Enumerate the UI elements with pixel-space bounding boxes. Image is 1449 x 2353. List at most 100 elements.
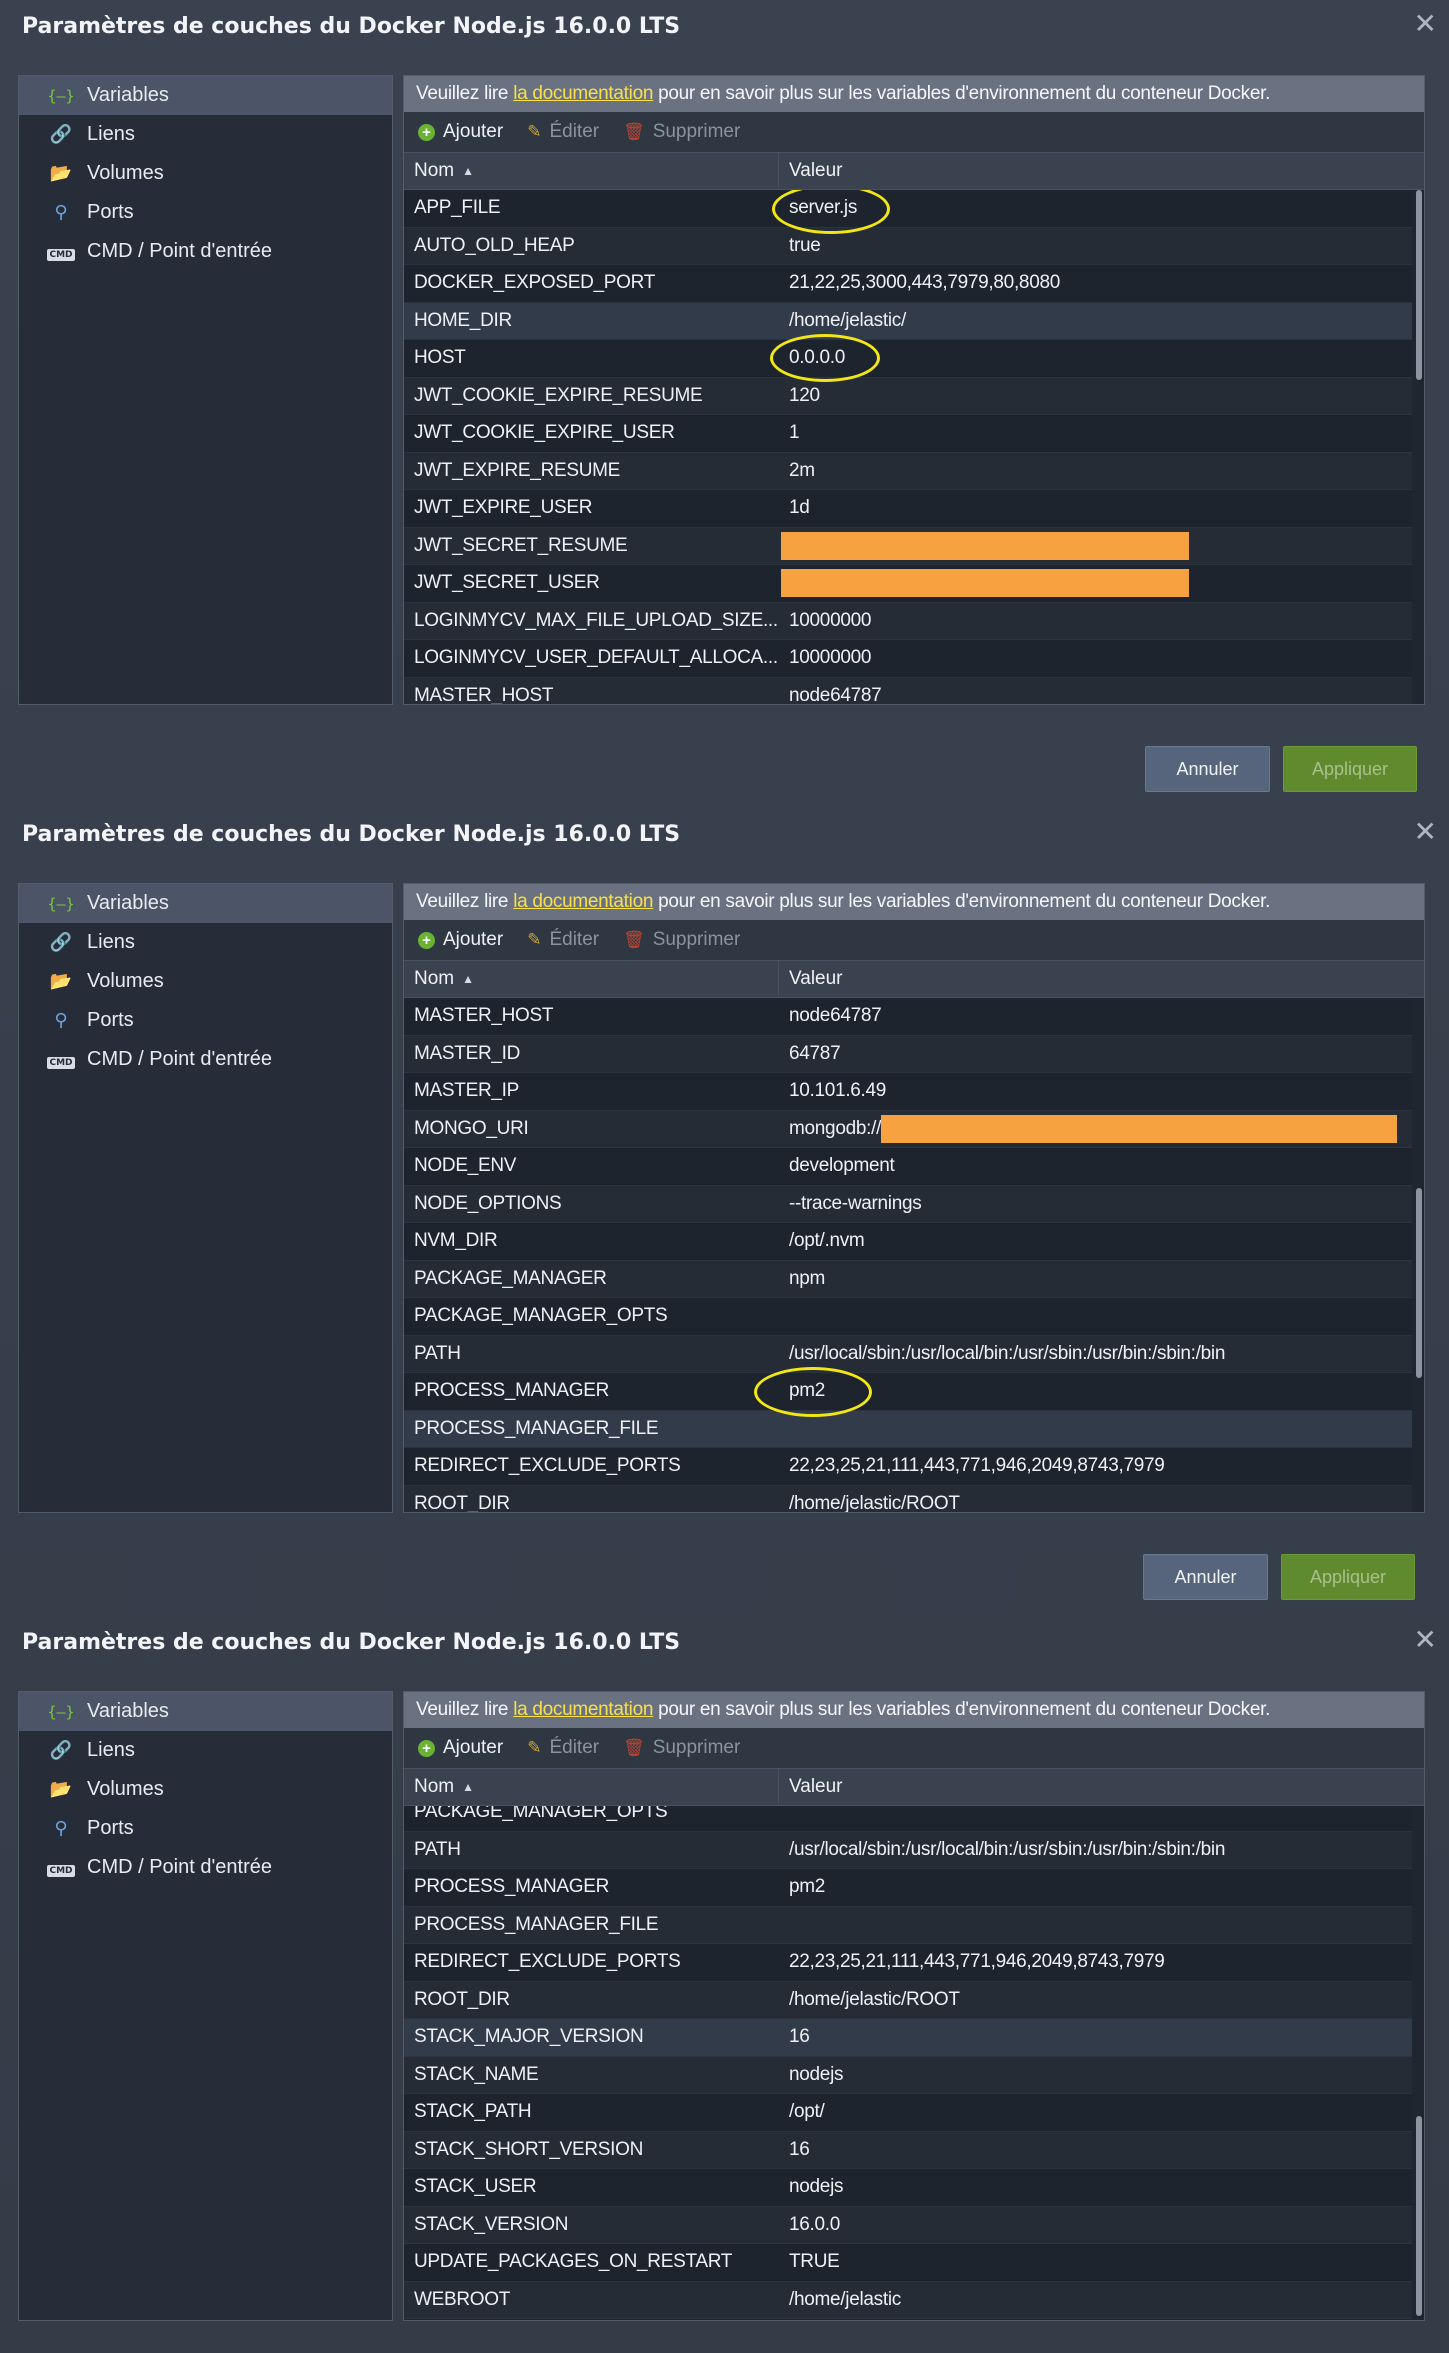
table-row[interactable]: JWT_EXPIRE_USER 1d — [404, 490, 1424, 528]
apply-button[interactable]: Appliquer — [1283, 746, 1417, 792]
table-row[interactable]: STACK_SHORT_VERSION 16 — [404, 2131, 1424, 2169]
scrollbar[interactable] — [1412, 1806, 1424, 2320]
cell-name: MONGO_URI — [414, 1117, 529, 1139]
column-header-name[interactable]: Nom ▲ — [404, 1769, 779, 1805]
table-row[interactable]: PACKAGE_MANAGER_OPTS — [404, 1298, 1424, 1336]
column-value-label: Valeur — [789, 1776, 843, 1797]
table-row[interactable]: ROOT_DIR/home/jelastic/ROOT — [404, 1485, 1424, 1512]
table-row[interactable]: WEBROOT/home/jelastic — [404, 2281, 1424, 2319]
sidebar-item-variables[interactable]: {–} Variables — [19, 1692, 392, 1731]
scrollbar[interactable] — [1412, 190, 1424, 704]
sidebar-item-links[interactable]: 🔗 Liens — [19, 1731, 392, 1770]
table-row[interactable]: LOGINMYCV_USER_DEFAULT_ALLOCA... 10000000 — [404, 640, 1424, 678]
cell-name: NVM_DIR — [414, 1230, 498, 1252]
table-row[interactable]: JWT_SECRET_USER — [404, 565, 1424, 603]
edit-button[interactable]: ✎ Éditer — [527, 929, 599, 951]
sidebar-item-ports[interactable]: ⚲ Ports — [19, 1001, 392, 1040]
table-row[interactable]: STACK_NAME nodejs — [404, 2056, 1424, 2094]
table-row[interactable]: PATH/usr/local/sbin:/usr/local/bin:/usr/… — [404, 1335, 1424, 1373]
column-header-value[interactable]: Valeur — [779, 961, 843, 997]
table-row[interactable]: PROCESS_MANAGER pm2 — [404, 1869, 1424, 1907]
sidebar-item-volumes[interactable]: 📂 Volumes — [19, 154, 392, 193]
close-icon[interactable]: ✕ — [1414, 10, 1437, 38]
table-row[interactable]: PACKAGE_MANAGER_OPTS — [404, 1806, 1424, 1832]
column-header-value[interactable]: Valeur — [779, 1769, 843, 1805]
table-row[interactable]: HOST 0.0.0.0 — [404, 340, 1424, 378]
table-body: APP_FILE server.js AUTO_OLD_HEAP true DOCK… — [404, 190, 1424, 704]
column-header-name[interactable]: Nom ▲ — [404, 153, 779, 189]
table-row[interactable]: NODE_OPTIONS --trace-warnings — [404, 1185, 1424, 1223]
variables-grid: Veuillez lire la documentation pour en s… — [403, 883, 1425, 1513]
documentation-link[interactable]: la documentation — [513, 891, 653, 913]
table-row[interactable]: MASTER_IP 10.101.6.49 — [404, 1073, 1424, 1111]
table-row[interactable]: PACKAGE_MANAGER npm — [404, 1260, 1424, 1298]
close-icon[interactable]: ✕ — [1414, 1626, 1437, 1654]
table-row[interactable]: APP_FILE server.js — [404, 190, 1424, 228]
table-row[interactable]: MASTER_HOST node64787 — [404, 677, 1424, 704]
cell-value: pm2 — [789, 1380, 826, 1402]
table-row[interactable]: STACK_PATH/opt/ — [404, 2094, 1424, 2132]
sidebar-item-links[interactable]: 🔗 Liens — [19, 923, 392, 962]
apply-button[interactable]: Appliquer — [1281, 1554, 1415, 1600]
scrollbar[interactable] — [1412, 998, 1424, 1512]
sidebar-item-ports[interactable]: ⚲ Ports — [19, 193, 392, 232]
table-row[interactable]: NVM_DIR/opt/.nvm — [404, 1223, 1424, 1261]
sidebar-item-volumes[interactable]: 📂 Volumes — [19, 962, 392, 1001]
edit-button[interactable]: ✎ Éditer — [527, 1737, 599, 1759]
table-row[interactable]: JWT_COOKIE_EXPIRE_USER 1 — [404, 415, 1424, 453]
sidebar-item-cmd[interactable]: CMD CMD / Point d'entrée — [19, 232, 392, 271]
scrollbar-thumb[interactable] — [1416, 1188, 1422, 1378]
table-row[interactable]: AUTO_OLD_HEAP true — [404, 227, 1424, 265]
documentation-link[interactable]: la documentation — [513, 83, 653, 105]
table-row[interactable]: NODE_ENV development — [404, 1148, 1424, 1186]
table-row[interactable]: STACK_USER nodejs — [404, 2169, 1424, 2207]
scrollbar-thumb[interactable] — [1416, 2116, 1422, 2316]
cell-value: /home/jelastic/ — [789, 309, 906, 331]
link-icon: 🔗 — [49, 932, 73, 952]
table-row[interactable]: PROCESS_MANAGER pm2 — [404, 1373, 1424, 1411]
table-row[interactable]: JWT_COOKIE_EXPIRE_RESUME 120 — [404, 377, 1424, 415]
sidebar-item-links[interactable]: 🔗 Liens — [19, 115, 392, 154]
scrollbar-thumb[interactable] — [1416, 190, 1422, 380]
table-row[interactable]: DOCKER_EXPOSED_PORT 21,22,25,3000,443,797… — [404, 265, 1424, 303]
table-row[interactable]: MASTER_ID 64787 — [404, 1035, 1424, 1073]
table-row[interactable]: PROCESS_MANAGER_FILE — [404, 1906, 1424, 1944]
edit-button[interactable]: ✎ Éditer — [527, 121, 599, 143]
table-row[interactable]: ROOT_DIR/home/jelastic/ROOT — [404, 1981, 1424, 2019]
add-button[interactable]: + Ajouter — [418, 121, 503, 143]
sidebar-item-ports[interactable]: ⚲ Ports — [19, 1809, 392, 1848]
cell-value: 10000000 — [789, 647, 872, 669]
delete-button[interactable]: 🗑 Supprimer — [623, 1737, 740, 1759]
table-row[interactable]: HOME_DIR/home/jelastic/ — [404, 302, 1424, 340]
cancel-button[interactable]: Annuler — [1143, 1554, 1268, 1600]
delete-button[interactable]: 🗑 Supprimer — [623, 121, 740, 143]
table-row[interactable]: PROCESS_MANAGER_FILE — [404, 1410, 1424, 1448]
table-row[interactable]: MASTER_HOST node64787 — [404, 998, 1424, 1036]
column-header-name[interactable]: Nom ▲ — [404, 961, 779, 997]
table-row[interactable]: JWT_EXPIRE_RESUME 2m — [404, 452, 1424, 490]
table-row[interactable]: MONGO_URI mongodb:// — [404, 1110, 1424, 1148]
table-row[interactable]: STACK_MAJOR_VERSION 16 — [404, 2019, 1424, 2057]
table-row[interactable]: STACK_VERSION 16.0.0 — [404, 2206, 1424, 2244]
column-header-value[interactable]: Valeur — [779, 153, 843, 189]
delete-button[interactable]: 🗑 Supprimer — [623, 929, 740, 951]
table-row[interactable]: UPDATE_PACKAGES_ON_RESTART TRUE — [404, 2244, 1424, 2282]
sidebar-item-label: Volumes — [87, 1778, 164, 1800]
table-row[interactable]: REDIRECT_EXCLUDE_PORTS 22,23,25,21,111,44… — [404, 1944, 1424, 1982]
table-row[interactable]: REDIRECT_EXCLUDE_PORTS 22,23,25,21,111,44… — [404, 1448, 1424, 1486]
sidebar-item-variables[interactable]: {–} Variables — [19, 884, 392, 923]
close-icon[interactable]: ✕ — [1414, 818, 1437, 846]
sidebar-item-cmd[interactable]: CMD CMD / Point d'entrée — [19, 1040, 392, 1079]
sidebar-item-cmd[interactable]: CMD CMD / Point d'entrée — [19, 1848, 392, 1887]
cmd-icon: CMD — [47, 249, 75, 261]
add-button[interactable]: + Ajouter — [418, 929, 503, 951]
edit-label: Éditer — [549, 1737, 600, 1758]
add-button[interactable]: + Ajouter — [418, 1737, 503, 1759]
table-row[interactable]: LOGINMYCV_MAX_FILE_UPLOAD_SIZE... 1000000… — [404, 602, 1424, 640]
sidebar-item-volumes[interactable]: 📂 Volumes — [19, 1770, 392, 1809]
sidebar-item-variables[interactable]: {–} Variables — [19, 76, 392, 115]
table-row[interactable]: PATH/usr/local/sbin:/usr/local/bin:/usr/… — [404, 1831, 1424, 1869]
table-row[interactable]: JWT_SECRET_RESUME — [404, 527, 1424, 565]
cancel-button[interactable]: Annuler — [1145, 746, 1270, 792]
documentation-link[interactable]: la documentation — [513, 1699, 653, 1721]
